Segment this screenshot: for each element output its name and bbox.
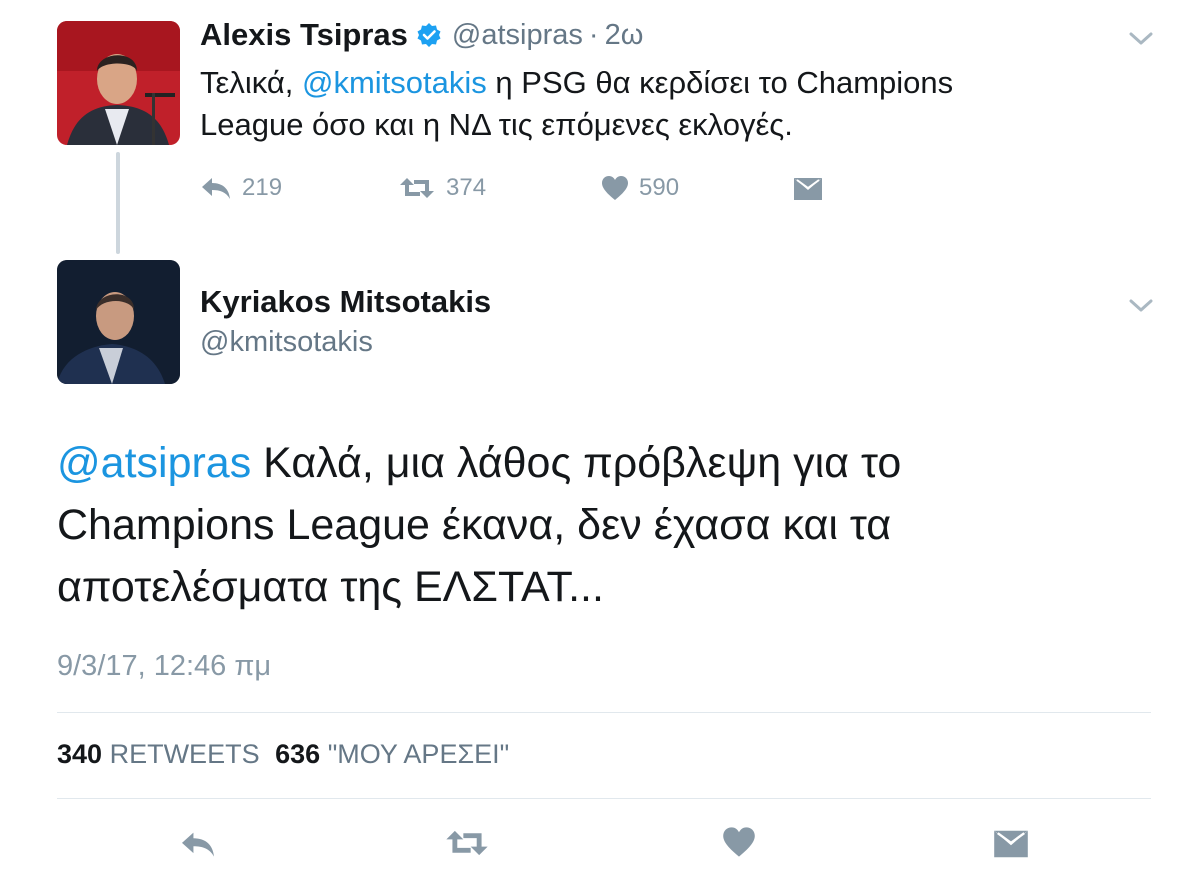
tweet1-text-rest: η PSG θα κερδίσει το Champions bbox=[486, 65, 954, 100]
retweet-count: 374 bbox=[446, 174, 487, 201]
direct-message-button[interactable] bbox=[793, 176, 833, 202]
tweet1-text-start: Τελικά, bbox=[200, 65, 303, 100]
tweet2-text-line3: αποτελέσματα της ΕΛΣΤΑΤ... bbox=[57, 563, 604, 611]
reply-button[interactable] bbox=[178, 828, 218, 865]
avatar-tsipras[interactable] bbox=[57, 21, 180, 145]
tweet2-author-handle[interactable]: @kmitsotakis bbox=[200, 326, 373, 359]
likes-label[interactable]: "ΜΟΥ ΑΡΕΣΕΙ" bbox=[328, 739, 510, 769]
reply-count: 219 bbox=[242, 174, 283, 201]
tweet2-author-name-text[interactable]: Kyriakos Mitsotakis bbox=[200, 284, 491, 320]
tweet2-stats: 340 RETWEETS 636 "ΜΟΥ ΑΡΕΣΕΙ" bbox=[57, 739, 509, 770]
tweet1-text-line2: League όσο και η ΝΔ τις επόμενες εκλογές… bbox=[200, 107, 793, 142]
retweets-label[interactable]: RETWEETS bbox=[110, 739, 260, 769]
retweet-button[interactable]: 374 bbox=[398, 174, 486, 202]
like-button[interactable]: 590 bbox=[601, 174, 679, 202]
direct-message-icon bbox=[994, 830, 1028, 858]
verified-badge-icon bbox=[416, 22, 442, 48]
tweet2-text-line1-rest: Καλά, μια λάθος πρόβλεψη για το bbox=[251, 439, 902, 487]
retweet-icon bbox=[446, 830, 488, 856]
reply-button[interactable]: 219 bbox=[200, 174, 282, 202]
like-heart-icon bbox=[602, 176, 628, 200]
tweet2-timestamp[interactable]: 9/3/17, 12:46 πμ bbox=[57, 650, 271, 683]
retweet-button[interactable] bbox=[443, 826, 491, 865]
tweet2-text: @atsipras Καλά, μια λάθος πρόβλεψη για τ… bbox=[57, 432, 901, 618]
avatar-mitsotakis[interactable] bbox=[57, 260, 180, 384]
mention-link-kmitsotakis[interactable]: @kmitsotakis bbox=[302, 65, 487, 100]
like-heart-icon bbox=[723, 827, 755, 857]
like-button[interactable] bbox=[722, 826, 756, 863]
tweet1-author-handle[interactable]: @atsipras bbox=[452, 19, 583, 52]
thread-connector-line bbox=[116, 152, 120, 254]
mention-link-atsipras[interactable]: @atsipras bbox=[57, 439, 251, 487]
retweets-count[interactable]: 340 bbox=[57, 739, 102, 769]
direct-message-icon bbox=[794, 178, 822, 200]
tweet2-text-line2: Champions League έκανα, δεν έχασα και τα bbox=[57, 501, 892, 549]
direct-message-button[interactable] bbox=[993, 828, 1029, 865]
retweet-icon bbox=[400, 178, 434, 198]
tweet1-text-line1: Τελικά, @kmitsotakis η PSG θα κερδίσει τ… bbox=[200, 62, 953, 104]
reply-icon bbox=[182, 832, 214, 857]
tweet1-time[interactable]: 2ω bbox=[605, 19, 644, 52]
divider bbox=[57, 712, 1151, 713]
tweet1-author-name[interactable]: Alexis Tsipras bbox=[200, 17, 408, 53]
chevron-down-icon[interactable] bbox=[1128, 297, 1154, 320]
tweet2-text-line1: @atsipras Καλά, μια λάθος πρόβλεψη για τ… bbox=[57, 432, 901, 494]
tweet1-header: Alexis Tsipras @atsipras · 2ω bbox=[200, 17, 643, 53]
likes-count[interactable]: 636 bbox=[275, 739, 320, 769]
chevron-down-icon[interactable] bbox=[1128, 30, 1154, 53]
tweet1-text: Τελικά, @kmitsotakis η PSG θα κερδίσει τ… bbox=[200, 62, 953, 146]
like-count: 590 bbox=[639, 174, 680, 201]
divider bbox=[57, 798, 1151, 799]
tweet1-separator: · bbox=[588, 18, 599, 51]
reply-icon bbox=[202, 178, 230, 199]
